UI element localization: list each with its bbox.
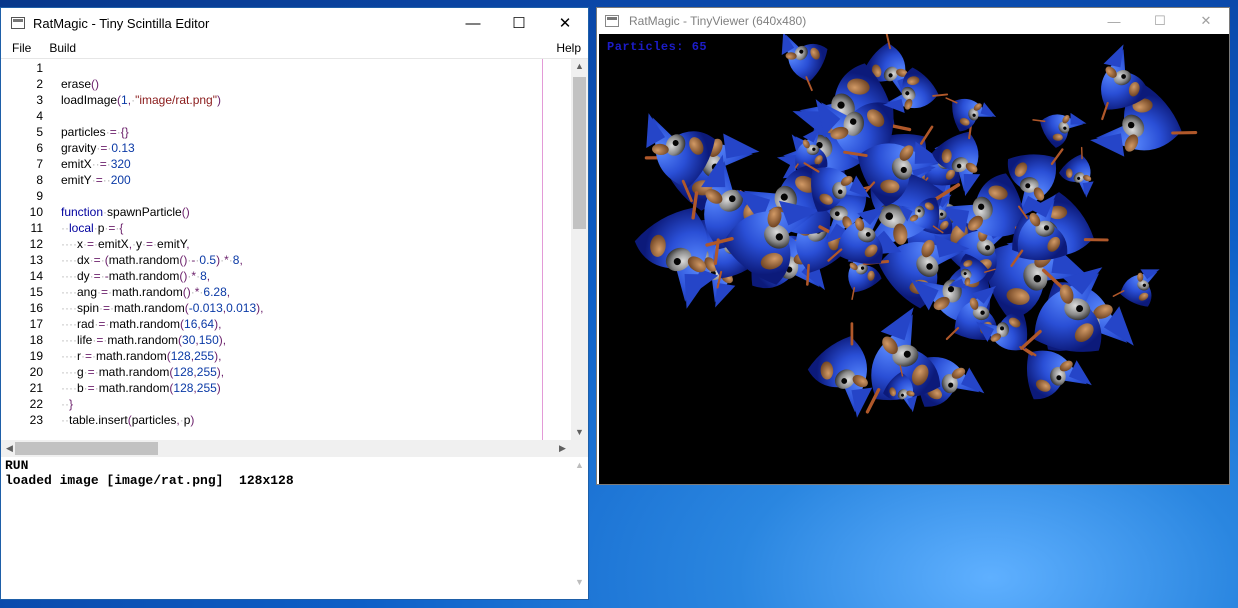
- viewer-maximize-button[interactable]: ☐: [1137, 8, 1183, 34]
- scroll-down-arrow-icon[interactable]: ▼: [571, 427, 588, 437]
- code-line: ··table.insert(particles,·p): [61, 413, 195, 427]
- code-line: ····x·=·emitX,·y·=·emitY,: [61, 237, 190, 251]
- line-number: 4: [36, 109, 43, 123]
- code-line: emitY·=··200: [61, 173, 131, 187]
- app-window-icon: [11, 17, 25, 29]
- rat-particle: [1032, 96, 1091, 152]
- code-line: ····life·=·math.random(30,150),: [61, 333, 227, 347]
- line-number-gutter: 1 2 3 4 5 6 7 8 9 10 11 12 13 14 15 16 17 18 19 20 21 22 23: [1, 59, 53, 441]
- rat-particle: [764, 34, 835, 92]
- code-line: emitX··=·320: [61, 157, 131, 171]
- line-number: 15: [29, 285, 43, 299]
- close-button[interactable]: ✕: [542, 8, 588, 38]
- line-number: 11: [30, 221, 43, 235]
- rat-particle: [1112, 255, 1166, 313]
- code-line: gravity·=·0.13: [61, 141, 135, 155]
- render-canvas[interactable]: Particles: 65: [599, 34, 1229, 484]
- line-number: 1: [36, 61, 43, 75]
- scrollbar-corner: [571, 440, 588, 457]
- viewer-close-button[interactable]: ✕: [1183, 8, 1229, 34]
- maximize-button[interactable]: ☐: [496, 8, 542, 38]
- line-number: 21: [29, 381, 43, 395]
- code-line: particles·=·{}: [61, 125, 129, 139]
- code-line: ····rad·=·math.random(16,64),: [61, 317, 222, 331]
- line-number: 5: [36, 125, 43, 139]
- line-number: 19: [29, 349, 43, 363]
- particles-counter: Particles: 65: [607, 40, 708, 54]
- code-line: ····dy·=·-math.random()·*·8,: [61, 269, 211, 283]
- line-number: 8: [36, 173, 43, 187]
- line-number: 12: [29, 237, 43, 251]
- output-scroll-down-arrow-icon[interactable]: ▼: [571, 577, 588, 587]
- horizontal-scroll-thumb[interactable]: [15, 442, 158, 455]
- code-line: function·spawnParticle(): [61, 205, 190, 219]
- rat-particle: [945, 86, 999, 134]
- edge-column-line: [542, 59, 543, 441]
- code-vertical-scrollbar[interactable]: ▲ ▼: [571, 59, 588, 441]
- editor-window: RatMagic - Tiny Scintilla Editor — ☐ ✕ F…: [0, 7, 589, 600]
- output-line: loaded image [image/rat.png] 128x128: [5, 473, 294, 488]
- line-number: 20: [29, 365, 43, 379]
- output-vertical-scrollbar[interactable]: ▲ ▼: [571, 457, 588, 599]
- code-editor[interactable]: 1 2 3 4 5 6 7 8 9 10 11 12 13 14 15 16 17 18 19 20 21 22 23 er…: [1, 58, 588, 441]
- code-scroll-thumb[interactable]: [573, 77, 586, 229]
- line-number: 9: [36, 189, 43, 203]
- editor-titlebar[interactable]: RatMagic - Tiny Scintilla Editor — ☐ ✕: [1, 8, 588, 38]
- output-line: RUN: [5, 458, 29, 473]
- menu-file[interactable]: File: [1, 41, 37, 55]
- code-line: erase(): [61, 77, 100, 91]
- scroll-right-arrow-icon[interactable]: ▶: [554, 443, 571, 454]
- line-number: 10: [29, 205, 43, 219]
- line-number: 16: [29, 301, 43, 315]
- viewer-titlebar[interactable]: RatMagic - TinyViewer (640x480) — ☐ ✕: [597, 8, 1229, 34]
- line-number: 22: [29, 397, 43, 411]
- code-line: ····ang·=·math.random()·*·6.28,: [61, 285, 231, 299]
- viewer-title: RatMagic - TinyViewer (640x480): [629, 14, 807, 28]
- code-line: ····b·=·math.random(128,255): [61, 381, 221, 395]
- minimize-button[interactable]: —: [450, 8, 496, 38]
- line-number: 6: [36, 141, 43, 155]
- code-line: loadImage(1,·"image/rat.png"): [61, 93, 221, 107]
- line-number: 14: [29, 269, 43, 283]
- viewer-minimize-button[interactable]: —: [1091, 8, 1137, 34]
- viewer-window: RatMagic - TinyViewer (640x480) — ☐ ✕ Pa…: [596, 7, 1230, 485]
- menu-help[interactable]: Help: [556, 41, 581, 55]
- code-line: ··}: [61, 397, 74, 411]
- code-line: ····dx·=·(math.random()·-·0.5)·*·8,: [61, 253, 243, 267]
- output-console[interactable]: RUN loaded image [image/rat.png] 128x128: [1, 457, 571, 599]
- code-line: ····spin·=·math.random(-0.013,0.013),: [61, 301, 264, 315]
- code-line: ··local·p·=·{: [61, 221, 124, 235]
- line-number: 7: [36, 157, 43, 171]
- line-number: 18: [29, 333, 43, 347]
- line-number: 2: [36, 77, 43, 91]
- code-line: ····g·=·math.random(128,255),: [61, 365, 225, 379]
- line-number: 3: [36, 93, 43, 107]
- line-number: 23: [29, 413, 43, 427]
- rat-particles-layer: [620, 34, 1198, 426]
- code-horizontal-scrollbar[interactable]: ◀ ▶: [1, 440, 571, 457]
- scroll-up-arrow-icon[interactable]: ▲: [571, 61, 588, 71]
- line-number: 13: [29, 253, 43, 267]
- rat-particle: [1054, 146, 1109, 202]
- menu-build[interactable]: Build: [37, 41, 82, 55]
- editor-title: RatMagic - Tiny Scintilla Editor: [33, 15, 210, 31]
- line-number: 17: [29, 317, 43, 331]
- output-scroll-up-arrow-icon[interactable]: ▲: [571, 460, 588, 470]
- viewer-window-icon: [605, 15, 619, 27]
- code-line: ····r·=·math.random(128,255),: [61, 349, 222, 363]
- menu-bar: File Build Help: [1, 38, 588, 58]
